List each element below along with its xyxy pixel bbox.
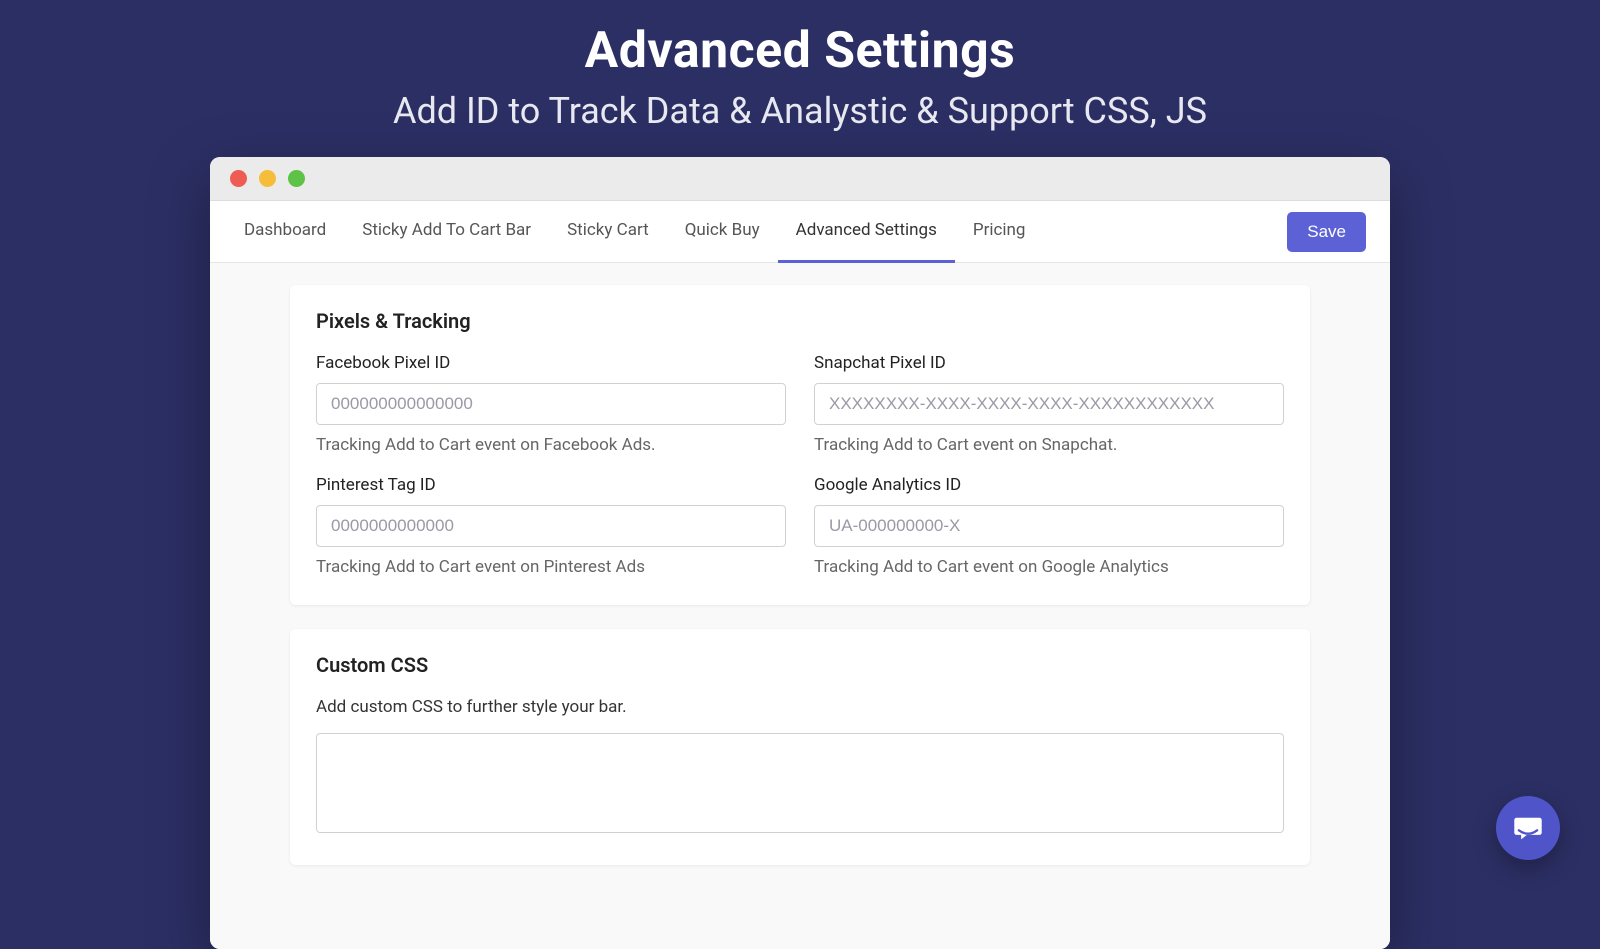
custom-css-title: Custom CSS [316, 653, 1284, 677]
tab-bar: Dashboard Sticky Add To Cart Bar Sticky … [210, 201, 1390, 263]
snapchat-pixel-help: Tracking Add to Cart event on Snapchat. [814, 435, 1284, 455]
pinterest-tag-field: Pinterest Tag ID Tracking Add to Cart ev… [316, 475, 786, 577]
snapchat-pixel-label: Snapchat Pixel ID [814, 353, 1284, 373]
google-analytics-input[interactable] [814, 505, 1284, 547]
save-button[interactable]: Save [1287, 212, 1366, 252]
window-close-icon[interactable] [230, 170, 247, 187]
window-minimize-icon[interactable] [259, 170, 276, 187]
chat-icon [1512, 812, 1544, 844]
tab-advanced-settings[interactable]: Advanced Settings [778, 201, 955, 263]
facebook-pixel-input[interactable] [316, 383, 786, 425]
pixels-card-title: Pixels & Tracking [316, 309, 1284, 333]
snapchat-pixel-input[interactable] [814, 383, 1284, 425]
pinterest-tag-label: Pinterest Tag ID [316, 475, 786, 495]
tab-dashboard[interactable]: Dashboard [226, 201, 344, 263]
custom-css-textarea[interactable] [316, 733, 1284, 833]
content-area: Pixels & Tracking Facebook Pixel ID Trac… [210, 263, 1390, 949]
pixels-tracking-card: Pixels & Tracking Facebook Pixel ID Trac… [290, 285, 1310, 605]
pinterest-tag-input[interactable] [316, 505, 786, 547]
google-analytics-label: Google Analytics ID [814, 475, 1284, 495]
tab-quick-buy[interactable]: Quick Buy [667, 201, 778, 263]
chat-launcher-button[interactable] [1496, 796, 1560, 860]
hero-title: Advanced Settings [0, 22, 1600, 80]
app-window: Dashboard Sticky Add To Cart Bar Sticky … [210, 157, 1390, 949]
window-maximize-icon[interactable] [288, 170, 305, 187]
custom-css-card: Custom CSS Add custom CSS to further sty… [290, 629, 1310, 865]
tab-pricing[interactable]: Pricing [955, 201, 1044, 263]
tab-sticky-add-to-cart-bar[interactable]: Sticky Add To Cart Bar [344, 201, 549, 263]
tab-sticky-cart[interactable]: Sticky Cart [549, 201, 667, 263]
window-titlebar [210, 157, 1390, 201]
hero-banner: Advanced Settings Add ID to Track Data &… [0, 0, 1600, 132]
facebook-pixel-label: Facebook Pixel ID [316, 353, 786, 373]
google-analytics-field: Google Analytics ID Tracking Add to Cart… [814, 475, 1284, 577]
custom-css-description: Add custom CSS to further style your bar… [316, 697, 1284, 717]
google-analytics-help: Tracking Add to Cart event on Google Ana… [814, 557, 1284, 577]
pinterest-tag-help: Tracking Add to Cart event on Pinterest … [316, 557, 786, 577]
snapchat-pixel-field: Snapchat Pixel ID Tracking Add to Cart e… [814, 353, 1284, 455]
facebook-pixel-field: Facebook Pixel ID Tracking Add to Cart e… [316, 353, 786, 455]
facebook-pixel-help: Tracking Add to Cart event on Facebook A… [316, 435, 786, 455]
hero-subtitle: Add ID to Track Data & Analystic & Suppo… [0, 90, 1600, 132]
